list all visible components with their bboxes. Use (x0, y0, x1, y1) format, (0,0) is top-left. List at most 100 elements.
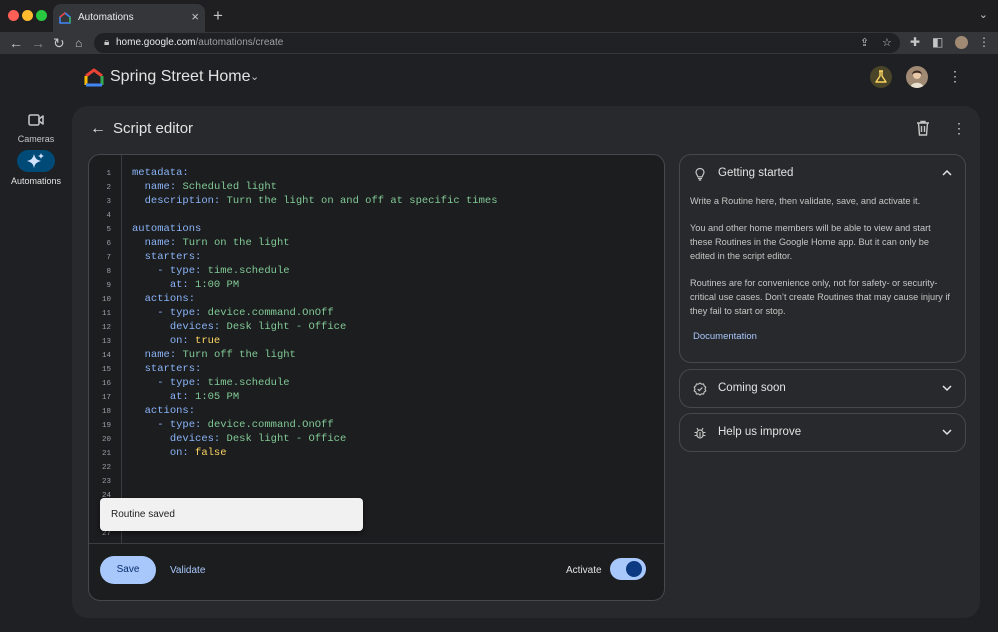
line-number: 18 (101, 408, 111, 416)
line-number: 10 (101, 296, 111, 304)
chevron-down-icon[interactable]: ⌄ (250, 70, 259, 83)
line-number: 1 (106, 170, 111, 178)
reload-icon[interactable]: ↻ (53, 35, 65, 51)
labs-flask-button[interactable] (870, 66, 892, 88)
code-line: devices: Desk light - Office (169, 433, 347, 445)
forward-arrow-icon[interactable]: → (31, 35, 45, 51)
code-line: - type: device.command.OnOff (157, 307, 334, 319)
line-number-gutter: 1 2 3 4 5 6 7 8 9 10 11 12 13 14 15 16 1… (89, 155, 122, 543)
line-number: 17 (101, 394, 111, 402)
line-number: 6 (106, 240, 111, 248)
rail-item-automations[interactable]: Automations (10, 150, 62, 186)
avatar-photo-icon (910, 70, 924, 88)
browser-tab[interactable]: Automations × (53, 4, 205, 32)
card-title: Getting started (718, 167, 794, 179)
new-tab-icon[interactable]: + (213, 6, 223, 26)
validate-button[interactable]: Validate (170, 565, 205, 576)
delete-trash-icon[interactable] (916, 120, 930, 136)
activate-label: Activate (566, 565, 602, 576)
line-number: 22 (101, 464, 111, 472)
code-line: name: Scheduled light (144, 181, 277, 193)
home-icon[interactable]: ⌂ (75, 35, 82, 51)
line-number: 11 (101, 310, 111, 318)
rail-item-label: Automations (10, 176, 62, 186)
more-vert-icon[interactable]: ⋮ (952, 120, 966, 137)
paragraph: Routines are for convenience only, not f… (690, 278, 950, 316)
google-home-favicon-icon (59, 12, 71, 24)
toggle-knob (626, 561, 642, 577)
paragraph: Write a Routine here, then validate, sav… (690, 196, 921, 206)
line-number: 12 (101, 324, 111, 332)
code-line: name: Turn off the light (144, 349, 296, 361)
back-arrow-icon[interactable]: ← (90, 120, 106, 138)
tab-search-icon[interactable]: ⌄ (979, 8, 988, 21)
line-number: 5 (106, 226, 111, 234)
chevron-up-icon[interactable] (942, 169, 952, 177)
google-home-logo-icon (84, 68, 104, 87)
line-number: 21 (101, 450, 111, 458)
line-number: 16 (101, 380, 111, 388)
code-line: - type: time.schedule (157, 377, 290, 389)
line-number: 19 (101, 422, 111, 430)
share-icon[interactable]: ⇪ (860, 36, 869, 49)
address-bar[interactable]: 🔒︎ home.google.com/automations/create ⇪ … (94, 33, 900, 53)
line-number: 8 (106, 268, 111, 276)
profile-avatar[interactable] (955, 36, 968, 49)
documentation-link[interactable]: Documentation (693, 331, 757, 342)
maximize-window-button[interactable] (36, 10, 47, 21)
code-line: at: 1:05 PM (169, 391, 240, 403)
code-line: description: Turn the light on and off a… (144, 195, 498, 207)
more-vert-icon[interactable]: ⋮ (948, 68, 962, 85)
coming-soon-card[interactable]: Coming soon (679, 369, 966, 408)
routine-saved-toast: Routine saved (100, 498, 363, 531)
card-body: Write a Routine here, then validate, sav… (690, 194, 952, 331)
line-number: 20 (101, 436, 111, 444)
activate-toggle[interactable] (610, 558, 646, 580)
card-title: Help us improve (718, 426, 802, 438)
code-line: - type: device.command.OnOff (157, 419, 334, 431)
code-line: on: true (169, 335, 221, 347)
code-line: devices: Desk light - Office (169, 321, 347, 333)
divider (89, 543, 664, 544)
code-editor[interactable]: 1 2 3 4 5 6 7 8 9 10 11 12 13 14 15 16 1… (88, 154, 665, 601)
script-editor-panel: ← Script editor ⋮ 1 2 3 4 5 6 7 8 9 10 1… (72, 106, 980, 618)
line-number: 15 (101, 366, 111, 374)
browser-menu-icon[interactable]: ⋮ (978, 35, 990, 49)
chevron-down-icon (942, 429, 952, 436)
videocam-icon (28, 114, 44, 126)
line-number: 13 (101, 338, 111, 346)
line-number: 4 (106, 212, 111, 220)
minimize-window-button[interactable] (22, 10, 33, 21)
close-tab-icon[interactable]: × (191, 9, 199, 24)
code-line: automations (132, 223, 202, 235)
active-indicator (17, 150, 55, 172)
line-number: 2 (106, 184, 111, 192)
line-number: 3 (106, 198, 111, 206)
code-line: starters: (144, 251, 202, 263)
line-number: 14 (101, 352, 111, 360)
code-line: on: false (169, 447, 227, 459)
code-line: starters: (144, 363, 202, 375)
code-line: metadata: (132, 167, 189, 179)
flask-icon (875, 70, 887, 83)
rail-item-cameras[interactable]: Cameras (10, 112, 62, 144)
lock-icon: 🔒︎ (104, 37, 110, 48)
line-number: 9 (106, 282, 111, 290)
save-button[interactable]: Save (100, 556, 156, 584)
back-arrow-icon[interactable]: ← (9, 35, 23, 51)
help-us-improve-card[interactable]: Help us improve (679, 413, 966, 452)
chevron-down-icon (942, 385, 952, 392)
extensions-icon[interactable]: ✚ (910, 35, 920, 49)
side-panel-icon[interactable]: ◧ (932, 35, 943, 49)
browser-toolbar: ← → ↻ ⌂ 🔒︎ home.google.com/automations/c… (0, 32, 998, 54)
close-window-button[interactable] (8, 10, 19, 21)
line-number: 7 (106, 254, 111, 262)
verified-badge-icon (693, 382, 707, 396)
account-avatar[interactable] (906, 66, 928, 88)
bookmark-star-icon[interactable]: ☆ (882, 36, 892, 49)
rail-item-label: Cameras (17, 134, 55, 144)
home-name[interactable]: Spring Street Home (110, 68, 251, 86)
getting-started-card: Getting started Write a Routine here, th… (679, 154, 966, 363)
page-title: Script editor (113, 120, 194, 137)
bug-icon (694, 427, 706, 439)
